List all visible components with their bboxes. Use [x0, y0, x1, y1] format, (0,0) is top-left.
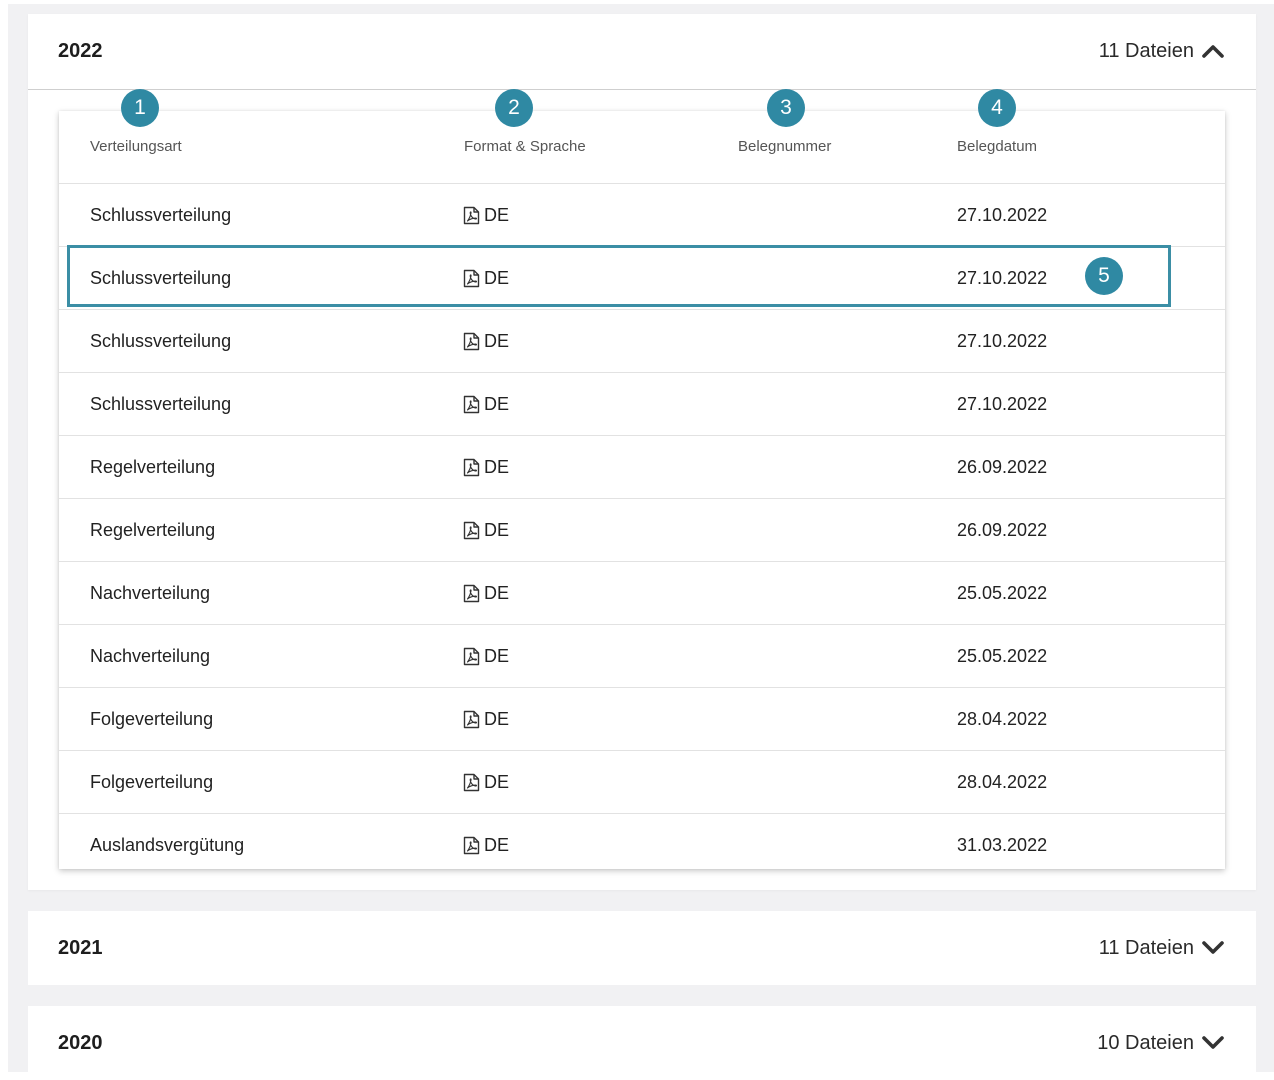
- pdf-icon: [463, 458, 480, 476]
- cell-verteilungsart: Nachverteilung: [90, 583, 211, 603]
- pdf-icon: [463, 269, 480, 287]
- cell-format-sprache[interactable]: DE: [463, 814, 509, 876]
- table-row[interactable]: Folgeverteilung DE 28.04.2022: [59, 688, 1225, 751]
- cell-language: DE: [484, 331, 510, 351]
- cell-verteilungsart: Schlussverteilung: [90, 331, 232, 351]
- cell-language: DE: [484, 457, 510, 477]
- cell-belegdatum: 27.10.2022: [957, 268, 1048, 288]
- cell-belegdatum: 26.09.2022: [957, 457, 1048, 477]
- callout-badge: 2: [495, 89, 533, 127]
- table-row[interactable]: Folgeverteilung DE 28.04.2022: [59, 751, 1225, 814]
- callout-badge: 3: [767, 89, 805, 127]
- cell-language: DE: [484, 394, 510, 414]
- table-row[interactable]: Nachverteilung DE 25.05.2022: [59, 625, 1225, 688]
- cell-verteilungsart: Regelverteilung: [90, 520, 216, 540]
- table-row[interactable]: Schlussverteilung DE 27.10.2022: [59, 310, 1225, 373]
- pdf-icon: [463, 332, 480, 350]
- file-count-toggle[interactable]: 10 Dateien: [1097, 1006, 1224, 1080]
- column-header-verteilungsart[interactable]: Verteilungsart: [90, 138, 182, 155]
- cell-belegdatum: 27.10.2022: [957, 205, 1048, 225]
- chevron-down-icon[interactable]: [1202, 1036, 1224, 1050]
- cell-format-sprache[interactable]: DE: [463, 625, 509, 687]
- pdf-icon: [463, 395, 480, 413]
- chevron-down-icon[interactable]: [1202, 941, 1224, 955]
- cell-format-sprache[interactable]: DE: [463, 436, 509, 498]
- cell-format-sprache[interactable]: DE: [463, 373, 509, 435]
- year-section-2020: 2020 10 Dateien: [28, 1006, 1256, 1080]
- cell-belegdatum: 28.04.2022: [957, 772, 1048, 792]
- cell-verteilungsart: Schlussverteilung: [90, 205, 232, 225]
- column-header-format-sprache[interactable]: Format & Sprache: [464, 138, 586, 155]
- cell-format-sprache[interactable]: DE: [463, 751, 509, 813]
- year-section-2022: 2022 11 Dateien Verteilungsart Format & …: [28, 14, 1256, 890]
- callout-badge: 5: [1085, 257, 1123, 295]
- column-header-belegdatum[interactable]: Belegdatum: [957, 138, 1037, 155]
- cell-belegdatum: 28.04.2022: [957, 709, 1048, 729]
- callout-badge: 1: [121, 89, 159, 127]
- table-row[interactable]: Schlussverteilung DE 27.10.2022: [59, 247, 1225, 310]
- cell-language: DE: [484, 646, 510, 666]
- file-count-label: 10 Dateien: [1097, 1031, 1194, 1054]
- cell-belegdatum: 25.05.2022: [957, 646, 1048, 666]
- cell-belegdatum: 25.05.2022: [957, 583, 1048, 603]
- cell-language: DE: [484, 205, 510, 225]
- cell-format-sprache[interactable]: DE: [463, 499, 509, 561]
- cell-language: DE: [484, 709, 510, 729]
- pdf-icon: [463, 647, 480, 665]
- cell-language: DE: [484, 835, 510, 855]
- cell-format-sprache[interactable]: DE: [463, 562, 509, 624]
- cell-verteilungsart: Nachverteilung: [90, 646, 211, 666]
- cell-belegdatum: 27.10.2022: [957, 331, 1048, 351]
- table-row[interactable]: Regelverteilung DE 26.09.2022: [59, 436, 1225, 499]
- pdf-icon: [463, 710, 480, 728]
- pdf-icon: [463, 773, 480, 791]
- table-row[interactable]: Schlussverteilung DE 27.10.2022: [59, 373, 1225, 436]
- callout-badge: 4: [978, 89, 1016, 127]
- cell-verteilungsart: Regelverteilung: [90, 457, 216, 477]
- column-header-belegnummer[interactable]: Belegnummer: [738, 138, 831, 155]
- table-body: Schlussverteilung DE 27.10.2022 Schlussvert…: [59, 184, 1225, 876]
- cell-format-sprache[interactable]: DE: [463, 247, 509, 309]
- pdf-icon: [463, 206, 480, 224]
- table-row[interactable]: Nachverteilung DE 25.05.2022: [59, 562, 1225, 625]
- cell-language: DE: [484, 772, 510, 792]
- year-header[interactable]: 2022 11 Dateien: [28, 14, 1256, 90]
- cell-belegdatum: 26.09.2022: [957, 520, 1048, 540]
- cell-verteilungsart: Schlussverteilung: [90, 268, 232, 288]
- file-count-toggle[interactable]: 11 Dateien: [1099, 911, 1224, 985]
- cell-language: DE: [484, 268, 510, 288]
- chevron-up-icon[interactable]: [1202, 44, 1224, 58]
- pdf-icon: [463, 836, 480, 854]
- pdf-icon: [463, 584, 480, 602]
- year-header[interactable]: 2021 11 Dateien: [28, 911, 1256, 985]
- file-count-label: 11 Dateien: [1098, 936, 1194, 959]
- table-row[interactable]: Regelverteilung DE 26.09.2022: [59, 499, 1225, 562]
- file-count-toggle[interactable]: 11 Dateien: [1099, 14, 1224, 88]
- pdf-icon: [463, 521, 480, 539]
- year-title: 2020: [58, 1032, 103, 1054]
- cell-verteilungsart: Auslandsvergütung: [90, 835, 245, 855]
- cell-verteilungsart: Folgeverteilung: [90, 772, 214, 792]
- cell-format-sprache[interactable]: DE: [463, 184, 509, 246]
- documents-table: Verteilungsart Format & Sprache Belegnum…: [59, 111, 1225, 869]
- cell-language: DE: [484, 583, 510, 603]
- table-row[interactable]: Schlussverteilung DE 27.10.2022: [59, 184, 1225, 247]
- year-title: 2022: [58, 40, 103, 62]
- cell-language: DE: [484, 520, 510, 540]
- cell-format-sprache[interactable]: DE: [463, 310, 509, 372]
- cell-belegdatum: 31.03.2022: [957, 835, 1048, 855]
- year-header[interactable]: 2020 10 Dateien: [28, 1006, 1256, 1080]
- table-row[interactable]: Auslandsvergütung DE 31.03.2022: [59, 814, 1225, 876]
- cell-format-sprache[interactable]: DE: [463, 688, 509, 750]
- table-header-row: Verteilungsart Format & Sprache Belegnum…: [59, 111, 1225, 184]
- cell-belegdatum: 27.10.2022: [957, 394, 1048, 414]
- cell-verteilungsart: Folgeverteilung: [90, 709, 214, 729]
- year-section-2021: 2021 11 Dateien: [28, 911, 1256, 985]
- year-title: 2021: [58, 937, 103, 959]
- cell-verteilungsart: Schlussverteilung: [90, 394, 232, 414]
- file-count-label: 11 Dateien: [1098, 39, 1194, 62]
